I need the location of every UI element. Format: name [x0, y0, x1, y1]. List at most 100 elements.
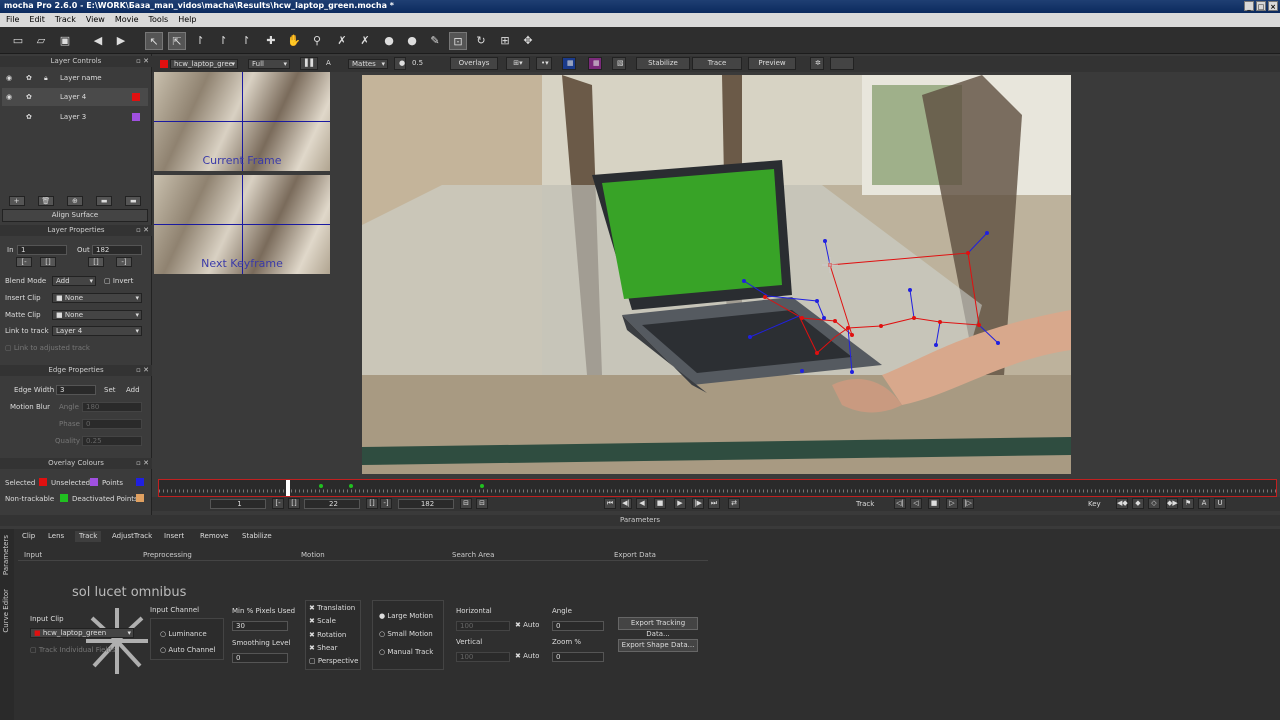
autokey-icon[interactable]: ⚑	[1182, 498, 1194, 509]
track-forward-icon[interactable]: |▷	[962, 498, 974, 509]
surface-icon[interactable]: ▦	[562, 57, 576, 70]
tab-insert[interactable]: Insert	[160, 531, 188, 542]
timeline-bar[interactable]	[158, 479, 1277, 497]
merge-layer-icon[interactable]: ▬	[96, 196, 113, 206]
brightness-icon[interactable]: ✲	[810, 57, 824, 70]
overlay-options-icon[interactable]: ⊞▾	[506, 57, 530, 70]
track-stop-icon[interactable]: ■	[928, 498, 940, 509]
set-out-icon[interactable]: -]	[116, 257, 132, 267]
nontrackable-color-swatch[interactable]	[60, 494, 68, 502]
transform-icon[interactable]: ⊞	[496, 32, 514, 50]
tab-remove[interactable]: Remove	[196, 531, 232, 542]
key-u-icon[interactable]: U	[1214, 498, 1226, 509]
start-frame-field[interactable]: 1	[210, 499, 266, 509]
select-i-icon[interactable]: ↾	[191, 32, 209, 50]
goto-end-icon[interactable]: ⏭	[708, 498, 720, 509]
key-a-icon[interactable]: A	[1198, 498, 1210, 509]
next-key-icon[interactable]: ◆▶	[1166, 498, 1178, 509]
set-in-icon[interactable]: [-	[272, 498, 284, 509]
menu-tools[interactable]: Tools	[149, 15, 169, 25]
trace-button[interactable]: Trace	[692, 57, 742, 70]
smoothing-field[interactable]: 0	[232, 653, 288, 663]
menu-movie[interactable]: Movie	[115, 15, 139, 25]
forward-arrow-icon[interactable]: ▶	[112, 32, 130, 50]
large-motion-radio[interactable]: ● Large Motion	[379, 612, 433, 620]
insert-clip-select[interactable]: ■ None	[52, 293, 142, 303]
minimize-button[interactable]: _	[1244, 1, 1254, 11]
horizontal-auto-checkbox[interactable]: ✖ Auto	[515, 621, 539, 629]
goto-out-icon[interactable]: []	[88, 257, 104, 267]
mattes-select[interactable]: Mattes	[348, 59, 388, 69]
duplicate-layer-icon[interactable]: ⊕	[66, 196, 83, 206]
hand-icon[interactable]: ✋	[285, 32, 303, 50]
unselected-color-swatch[interactable]	[90, 478, 98, 486]
checkerboard-icon[interactable]: ▧	[612, 57, 626, 70]
clip-select[interactable]: hcw_laptop_gree	[170, 59, 238, 69]
set-out-icon[interactable]: -]	[380, 498, 392, 509]
lock-icon[interactable]: ⊡	[449, 32, 467, 50]
menu-edit[interactable]: Edit	[29, 15, 45, 25]
rgb-channel-icon[interactable]: ▌▌	[300, 57, 318, 70]
edge-set-button[interactable]: Set	[104, 386, 116, 394]
rotation-checkbox[interactable]: ✖ Rotation	[309, 631, 346, 639]
add-point-icon[interactable]: ✚	[262, 32, 280, 50]
blur-quality-field[interactable]: 0.25	[82, 436, 142, 446]
edge-add-button[interactable]: Add	[126, 386, 140, 394]
track-back-icon[interactable]: ◁|	[894, 498, 906, 509]
shear-checkbox[interactable]: ✖ Shear	[309, 644, 337, 652]
link-adjusted-checkbox[interactable]: ▢ Link to adjusted track	[5, 344, 90, 352]
layer-color-swatch[interactable]	[132, 93, 140, 101]
play-reverse-icon[interactable]: ◀	[636, 498, 648, 509]
preview-button[interactable]: Preview	[748, 57, 796, 70]
back-arrow-icon[interactable]: ◀	[89, 32, 107, 50]
layer-color-swatch[interactable]	[132, 113, 140, 121]
export-tracking-data-button[interactable]: Export Tracking Data...	[618, 617, 698, 638]
add-key-icon[interactable]: ◆	[1132, 498, 1144, 509]
current-frame-field[interactable]: 22	[304, 499, 360, 509]
eye-icon[interactable]: ◉	[6, 88, 12, 106]
layer-options-icon[interactable]: ▬	[125, 196, 142, 206]
brightness-field[interactable]	[830, 57, 854, 70]
blur-angle-field[interactable]: 180	[82, 402, 142, 412]
vertical-auto-checkbox[interactable]: ✖ Auto	[515, 652, 539, 660]
save-icon[interactable]: ▣	[56, 32, 74, 50]
horizontal-field[interactable]: 100	[456, 621, 510, 631]
open-icon[interactable]: ▱	[32, 32, 50, 50]
zoom-field[interactable]: 0	[552, 652, 604, 662]
out-point-field[interactable]: 182	[92, 245, 142, 255]
menu-track[interactable]: Track	[55, 15, 76, 25]
auto-channel-radio[interactable]: ○ Auto Channel	[160, 646, 216, 654]
delete-key-icon[interactable]: ◇	[1148, 498, 1160, 509]
pointer-icon[interactable]: ↖	[145, 32, 163, 50]
layer-row-layer-3[interactable]: ✿ Layer 3	[2, 108, 148, 126]
tab-parameters[interactable]: Parameters	[2, 535, 10, 575]
selected-color-swatch[interactable]	[39, 478, 47, 486]
vertical-field[interactable]: 100	[456, 652, 510, 662]
step-back-icon[interactable]: ◀|	[620, 498, 632, 509]
tab-clip[interactable]: Clip	[18, 531, 39, 542]
export-shape-data-button[interactable]: Export Shape Data...	[618, 639, 698, 652]
matte-opacity[interactable]: 0.5	[412, 59, 423, 67]
tab-adjusttrack[interactable]: AdjustTrack	[108, 531, 156, 542]
b-spline-add-icon[interactable]: ●	[403, 32, 421, 50]
motion-blur-checkbox[interactable]: Motion Blur	[10, 403, 50, 411]
edge-width-field[interactable]: 3	[56, 385, 96, 395]
loop-icon[interactable]: ⇄	[728, 498, 740, 509]
zoom-icon[interactable]: ⚲	[308, 32, 326, 50]
x-spline-icon[interactable]: ✗	[333, 32, 351, 50]
align-surface-button[interactable]: Align Surface	[2, 209, 148, 222]
menu-help[interactable]: Help	[178, 15, 196, 25]
tab-track[interactable]: Track	[75, 531, 102, 542]
new-icon[interactable]: ▭	[9, 32, 27, 50]
track-forward-one-icon[interactable]: ▷	[946, 498, 958, 509]
tab-curve-editor[interactable]: Curve Editor	[2, 589, 10, 633]
track-back-one-icon[interactable]: ◁	[910, 498, 922, 509]
end-frame-field[interactable]: 182	[398, 499, 454, 509]
out-marker-icon[interactable]: ⊟	[476, 498, 488, 509]
dot-options-icon[interactable]: •▾	[536, 57, 552, 70]
move-icon[interactable]: ✥	[519, 32, 537, 50]
goto-start-icon[interactable]: ⏮	[604, 498, 616, 509]
delete-layer-icon[interactable]: 🗑︎	[37, 196, 54, 206]
step-forward-icon[interactable]: |▶	[692, 498, 704, 509]
playhead[interactable]	[286, 480, 290, 496]
